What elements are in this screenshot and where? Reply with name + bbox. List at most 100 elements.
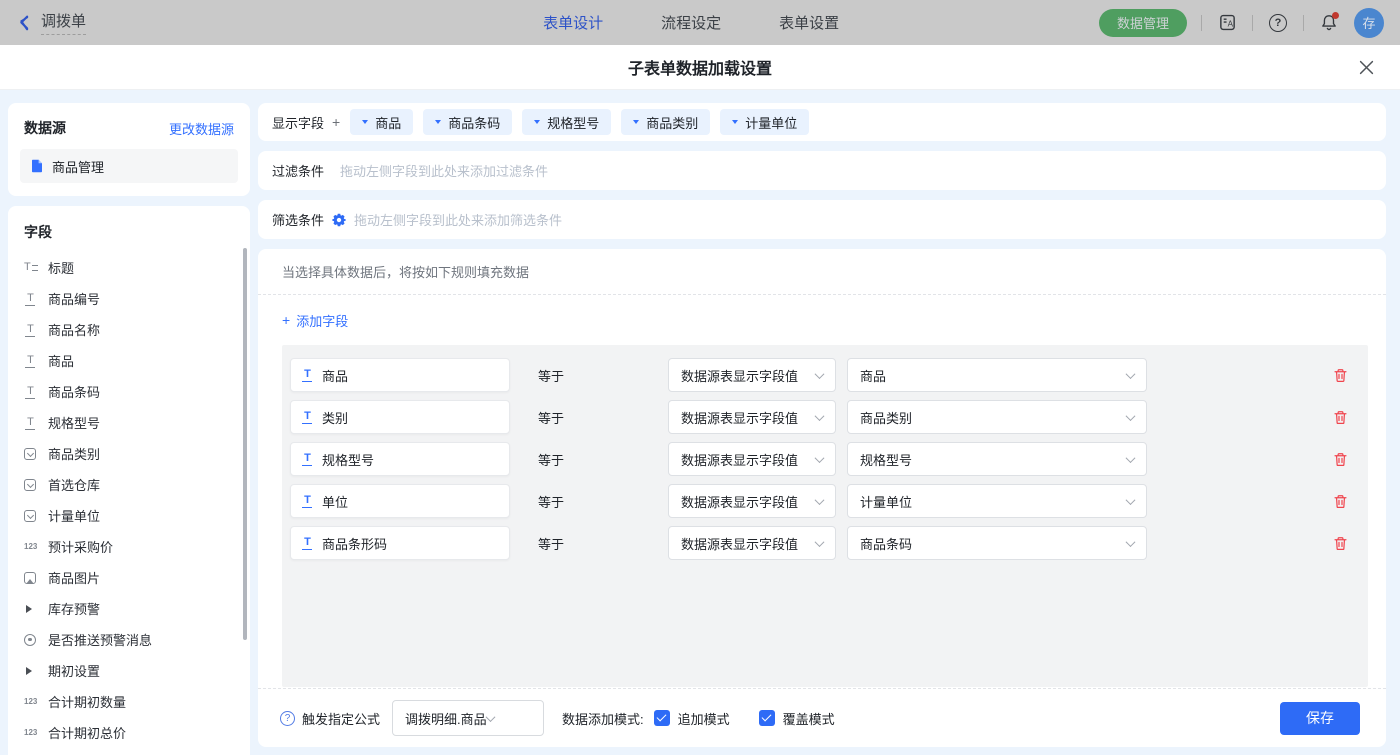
rule-field-box[interactable]: T 单位 bbox=[290, 484, 510, 518]
rule-value-select[interactable]: 商品条码 bbox=[847, 526, 1147, 560]
back-group[interactable]: 调拨单 bbox=[16, 10, 87, 35]
screen-label: 筛选条件 bbox=[272, 213, 325, 228]
display-field-tag[interactable]: 商品类别 bbox=[621, 109, 711, 135]
form-title[interactable]: 调拨单 bbox=[41, 10, 87, 35]
text-field-icon: T bbox=[301, 368, 314, 382]
datasource-panel: 数据源 更改数据源 商品管理 bbox=[8, 103, 250, 196]
display-field-tag[interactable]: 商品条码 bbox=[423, 109, 513, 135]
filter-condition-bar[interactable]: 过滤条件 拖动左侧字段到此处来添加过滤条件 bbox=[258, 151, 1386, 190]
trash-icon[interactable] bbox=[1333, 410, 1348, 425]
field-item-number[interactable]: 123 预计采购价 bbox=[24, 531, 250, 562]
trash-icon[interactable] bbox=[1333, 368, 1348, 383]
checkbox-checked-icon[interactable] bbox=[758, 710, 775, 726]
add-field-button[interactable]: + 添加字段 bbox=[282, 311, 348, 330]
display-field-tag[interactable]: 商品 bbox=[350, 109, 414, 135]
save-button[interactable]: 保存 bbox=[1280, 701, 1360, 735]
field-item-text[interactable]: T 规格型号 bbox=[24, 407, 250, 438]
display-field-tag[interactable]: 规格型号 bbox=[522, 109, 612, 135]
field-item-number[interactable]: 123 合计期初数量 bbox=[24, 686, 250, 717]
bell-icon[interactable] bbox=[1318, 11, 1340, 34]
field-item-text[interactable]: T 商品编号 bbox=[24, 283, 250, 314]
screen-dropzone-placeholder: 拖动左侧字段到此处来添加筛选条件 bbox=[354, 213, 563, 228]
field-item-radio[interactable]: 是否推送预警消息 bbox=[24, 624, 250, 655]
field-item-group[interactable]: 期初设置 bbox=[24, 655, 250, 686]
back-icon[interactable] bbox=[16, 14, 33, 31]
rule-source-select[interactable]: 数据源表显示字段值 bbox=[668, 484, 836, 518]
chevron-down-icon bbox=[534, 120, 541, 124]
docs-icon[interactable]: A bbox=[1216, 12, 1238, 34]
help-icon[interactable]: ? bbox=[1267, 12, 1289, 34]
rule-source-select[interactable]: 数据源表显示字段值 bbox=[668, 400, 836, 434]
field-item-select[interactable]: 首选仓库 bbox=[24, 469, 250, 500]
text-field-icon: T bbox=[24, 416, 42, 430]
field-item-text[interactable]: T 商品 bbox=[24, 345, 250, 376]
rule-source-select[interactable]: 数据源表显示字段值 bbox=[668, 526, 836, 560]
form-doc-icon bbox=[32, 159, 42, 173]
field-item-number[interactable]: 123 合计期初总价 bbox=[24, 717, 250, 748]
modal-title: 子表单数据加载设置 bbox=[627, 61, 772, 78]
display-field-tag[interactable]: 计量单位 bbox=[720, 109, 810, 135]
rule-field-box[interactable]: T 商品 bbox=[290, 358, 510, 392]
rule-source-select[interactable]: 数据源表显示字段值 bbox=[668, 358, 836, 392]
tab-workflow[interactable]: 流程设定 bbox=[661, 12, 721, 33]
screen-condition-bar[interactable]: 筛选条件 拖动左侧字段到此处来添加筛选条件 bbox=[258, 200, 1386, 239]
chevron-down-icon bbox=[814, 410, 825, 421]
rule-field-box[interactable]: T 类别 bbox=[290, 400, 510, 434]
rule-operator: 等于 bbox=[538, 368, 565, 384]
text-field-icon: T bbox=[24, 292, 42, 306]
rule-field-box[interactable]: T 商品条形码 bbox=[290, 526, 510, 560]
fill-rules-panel: 当选择具体数据后，将按如下规则填充数据 + 添加字段 T 商品 等于 数据源表显示… bbox=[258, 249, 1386, 747]
close-icon[interactable] bbox=[1356, 57, 1376, 77]
field-item-select[interactable]: 计量单位 bbox=[24, 500, 250, 531]
trigger-formula-label: 触发指定公式 bbox=[302, 711, 381, 727]
rule-field-box[interactable]: T 规格型号 bbox=[290, 442, 510, 476]
avatar[interactable]: 存 bbox=[1354, 7, 1384, 38]
append-mode-checkbox[interactable]: 追加模式 bbox=[653, 709, 730, 728]
field-item-text[interactable]: T 商品条码 bbox=[24, 376, 250, 407]
rule-value-select[interactable]: 商品 bbox=[847, 358, 1147, 392]
select-field-icon bbox=[24, 478, 42, 491]
field-item-text[interactable]: T 商品名称 bbox=[24, 314, 250, 345]
tab-form-settings[interactable]: 表单设置 bbox=[779, 12, 839, 33]
screen: 调拨单 表单设计 流程设定 表单设置 数据管理 A ? 存 子表单数据加载设置 … bbox=[0, 0, 1400, 755]
trash-icon[interactable] bbox=[1333, 536, 1348, 551]
datasource-title: 数据源 bbox=[24, 120, 66, 136]
change-datasource-link[interactable]: 更改数据源 bbox=[169, 119, 234, 138]
modal-header: 子表单数据加载设置 bbox=[0, 45, 1400, 90]
fields-panel: 字段 T 标题 T 商品编号 T 商品名称 T 商品 T 商品条码 T 规格型号 商品类别 … bbox=[8, 206, 250, 755]
trigger-formula-select[interactable]: 调拨明细.商品 bbox=[392, 700, 545, 736]
add-display-field-button[interactable]: + bbox=[332, 114, 340, 130]
rule-operator: 等于 bbox=[538, 494, 565, 510]
rule-value-select[interactable]: 规格型号 bbox=[847, 442, 1147, 476]
rule-source-select[interactable]: 数据源表显示字段值 bbox=[668, 442, 836, 476]
field-item-select[interactable]: 商品类别 bbox=[24, 438, 250, 469]
chevron-down-icon bbox=[1125, 368, 1136, 379]
trash-icon[interactable] bbox=[1333, 494, 1348, 509]
help-icon[interactable]: ? bbox=[280, 710, 295, 726]
gear-icon[interactable] bbox=[332, 213, 346, 227]
group-expand-icon bbox=[24, 666, 42, 675]
rule-value-select[interactable]: 商品类别 bbox=[847, 400, 1147, 434]
divider bbox=[1201, 14, 1202, 31]
number-field-icon: 123 bbox=[24, 728, 38, 737]
trash-icon[interactable] bbox=[1333, 452, 1348, 467]
rule-value-select[interactable]: 计量单位 bbox=[847, 484, 1147, 518]
datasource-item[interactable]: 商品管理 bbox=[20, 149, 238, 183]
rule-operator: 等于 bbox=[538, 536, 565, 552]
add-field-row: + 添加字段 bbox=[258, 295, 1386, 345]
field-item-image[interactable]: 商品图片 bbox=[24, 562, 250, 593]
top-navbar: 调拨单 表单设计 流程设定 表单设置 数据管理 A ? 存 bbox=[0, 0, 1400, 45]
text-field-icon: T bbox=[24, 354, 42, 368]
fields-title: 字段 bbox=[24, 224, 52, 240]
fields-scrollbar[interactable] bbox=[243, 248, 247, 640]
tab-form-design[interactable]: 表单设计 bbox=[543, 12, 603, 33]
overwrite-mode-checkbox[interactable]: 覆盖模式 bbox=[758, 709, 835, 728]
field-item-group[interactable]: 库存预警 bbox=[24, 593, 250, 624]
data-manage-button[interactable]: 数据管理 bbox=[1098, 8, 1187, 37]
divider bbox=[1252, 14, 1253, 31]
field-item-title[interactable]: T 标题 bbox=[24, 252, 250, 283]
select-field-icon bbox=[24, 447, 42, 460]
title-field-icon: T bbox=[24, 261, 42, 274]
rules-footer: ? 触发指定公式 调拨明细.商品 数据添加模式: 追加模式 覆盖模式 保存 bbox=[258, 688, 1386, 747]
checkbox-checked-icon[interactable] bbox=[653, 710, 670, 726]
